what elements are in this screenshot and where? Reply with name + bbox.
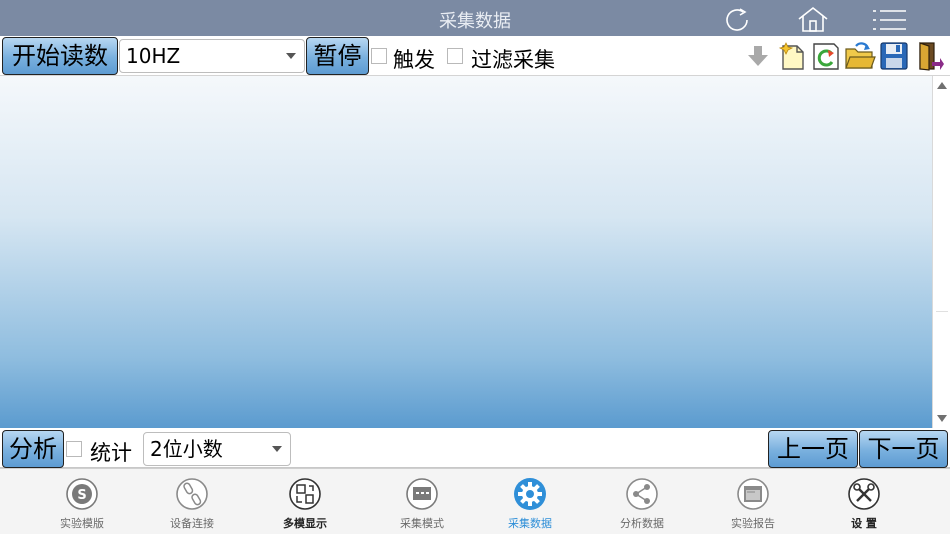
chevron-down-icon — [272, 446, 282, 452]
menu-icon[interactable] — [872, 5, 906, 33]
pause-button[interactable]: 暂停 — [306, 37, 369, 75]
filter-label: 过滤采集 — [471, 48, 555, 72]
tab-multi-display[interactable]: 多模显示 — [250, 469, 360, 534]
tab-experiment-report[interactable]: 实验报告 — [698, 469, 808, 534]
title-bar: 采集数据 — [0, 0, 950, 36]
scrollbar-thumb[interactable] — [936, 98, 948, 312]
trigger-checkbox[interactable] — [371, 48, 387, 64]
new-file-icon[interactable] — [776, 40, 808, 72]
tab-label: 设备连接 — [170, 517, 214, 530]
svg-text:S: S — [77, 488, 86, 503]
tab-settings[interactable]: 设 置 — [809, 469, 919, 534]
tools-icon — [848, 478, 880, 510]
report-icon — [737, 478, 769, 510]
multi-display-icon — [289, 478, 321, 510]
tab-collect-data[interactable]: 采集数据 — [475, 469, 585, 534]
stats-checkbox[interactable] — [66, 441, 82, 457]
gear-icon — [514, 478, 546, 510]
tab-collection-mode[interactable]: 采集模式 — [367, 469, 477, 534]
tab-label: 实验报告 — [731, 517, 775, 530]
bottom-tab-bar: S 实验模版 设备连接 多模显示 采集模式 采集数据 分析数据 实验报告 设 置 — [0, 468, 950, 534]
previous-page-button[interactable]: 上一页 — [768, 430, 858, 468]
sample-rate-value: 10HZ — [126, 44, 181, 68]
decimal-places-select[interactable]: 2位小数 — [143, 432, 291, 466]
link-icon — [176, 478, 208, 510]
template-icon: S — [66, 478, 98, 510]
vertical-scrollbar[interactable] — [932, 76, 950, 428]
download-arrow-icon[interactable] — [742, 40, 774, 72]
chevron-down-icon — [286, 53, 296, 59]
tab-label: 多模显示 — [283, 517, 327, 530]
next-page-button[interactable]: 下一页 — [859, 430, 948, 468]
scroll-down-arrow-icon[interactable] — [937, 415, 947, 422]
reload-icon[interactable] — [810, 40, 842, 72]
stats-label: 统计 — [90, 441, 132, 465]
tab-label: 采集模式 — [400, 517, 444, 530]
save-disk-icon[interactable] — [878, 40, 910, 72]
tab-label: 实验模版 — [60, 517, 104, 530]
decimal-places-value: 2位小数 — [150, 437, 223, 461]
filter-checkbox[interactable] — [447, 48, 463, 64]
graph-area[interactable] — [0, 76, 932, 428]
tab-label: 采集数据 — [508, 517, 552, 530]
tab-experiment-template[interactable]: S 实验模版 — [27, 469, 137, 534]
tab-label: 分析数据 — [620, 517, 664, 530]
mode-icon — [406, 478, 438, 510]
tab-device-connection[interactable]: 设备连接 — [137, 469, 247, 534]
exit-door-icon[interactable] — [912, 40, 944, 72]
tab-analyze-data[interactable]: 分析数据 — [587, 469, 697, 534]
sample-rate-select[interactable]: 10HZ — [119, 39, 305, 73]
home-icon[interactable] — [796, 5, 830, 33]
tab-label: 设 置 — [851, 517, 877, 530]
trigger-label: 触发 — [393, 48, 435, 72]
scroll-up-arrow-icon[interactable] — [937, 82, 947, 89]
start-reading-button[interactable]: 开始读数 — [2, 37, 118, 75]
refresh-icon[interactable] — [720, 5, 754, 33]
open-folder-icon[interactable] — [844, 40, 876, 72]
analyze-button[interactable]: 分析 — [2, 430, 64, 468]
share-icon — [626, 478, 658, 510]
